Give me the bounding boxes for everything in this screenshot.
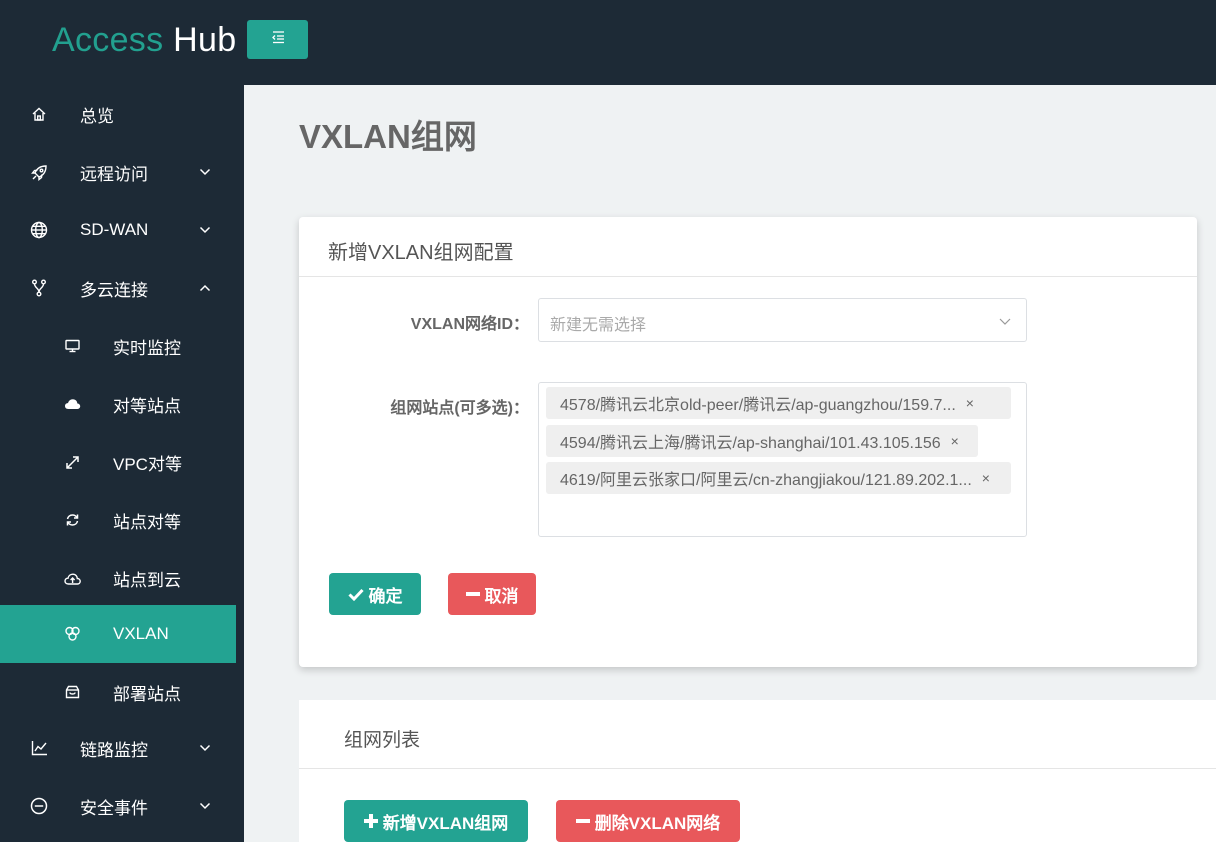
vxlan-id-label: VXLAN网络ID：: [410, 316, 529, 333]
sidebar-item-realtime-monitor[interactable]: 实时监控: [0, 317, 236, 375]
tag-remove-icon[interactable]: ×: [951, 433, 959, 449]
sidebar-item-label: 站点到云: [113, 570, 181, 590]
sidebar-item-site-to-cloud[interactable]: 站点到云: [0, 549, 236, 607]
sidebar-item-label: 链路监控: [80, 740, 148, 760]
list-title: 组网列表: [344, 730, 421, 751]
sidebar-item-link-monitor[interactable]: 链路监控: [0, 719, 244, 777]
card-header: 新增VXLAN组网配置: [299, 217, 1197, 277]
minus-icon: [575, 819, 590, 823]
tag-label: 4619/阿里云张家口/阿里云/cn-zhangjiakou/121.89.20…: [560, 472, 972, 489]
page-title: VXLAN组网: [299, 118, 477, 155]
chevron-down-icon: [198, 223, 212, 237]
sidebar-item-overview[interactable]: 总览: [0, 85, 244, 143]
sync-icon: [63, 511, 81, 529]
add-vxlan-button[interactable]: 新增VXLAN组网: [344, 800, 528, 842]
minus-circle-icon: [30, 797, 48, 815]
menu-fold-icon: [270, 30, 286, 49]
cloud-icon: [63, 395, 81, 413]
sidebar-item-sdwan[interactable]: SD-WAN: [0, 201, 244, 259]
app-logo[interactable]: Access Hub: [52, 18, 236, 62]
delete-vxlan-label: 删除VXLAN网络: [594, 813, 721, 833]
chevron-down-icon: [998, 314, 1012, 328]
sidebar-item-label: VXLAN: [113, 624, 169, 643]
sidebar-item-label: 安全事件: [80, 798, 148, 818]
logo-text-hub: Hub: [173, 21, 237, 59]
chevron-down-icon: [198, 741, 212, 755]
box-icon: [63, 683, 81, 701]
chevron-down-icon: [198, 799, 212, 813]
sidebar-item-deploy-site[interactable]: 部署站点: [0, 663, 236, 721]
sites-multiselect[interactable]: 4578/腾讯云北京old-peer/腾讯云/ap-guangzhou/159.…: [538, 382, 1027, 537]
check-icon: [347, 588, 364, 601]
logo-text-access: Access: [52, 21, 164, 59]
list-header: 组网列表: [299, 700, 1216, 769]
selected-site-tag: 4594/腾讯云上海/腾讯云/ap-shanghai/101.43.105.15…: [546, 425, 978, 457]
sidebar-item-vpc-peer[interactable]: VPC对等: [0, 433, 236, 491]
vxlan-config-card: 新增VXLAN组网配置 VXLAN网络ID： 新建无需选择 组网站点(可多选)：…: [299, 217, 1197, 667]
chevron-down-icon: [198, 165, 212, 179]
confirm-button[interactable]: 确定: [329, 573, 421, 615]
sidebar-item-security-events[interactable]: 安全事件: [0, 777, 244, 835]
branch-icon: [30, 279, 48, 297]
menu-toggle-button[interactable]: [247, 20, 308, 59]
sidebar-item-label: VPC对等: [113, 454, 182, 474]
vxlan-id-select[interactable]: 新建无需选择: [538, 298, 1027, 342]
tag-label: 4578/腾讯云北京old-peer/腾讯云/ap-guangzhou/159.…: [560, 397, 956, 414]
sidebar-item-vxlan[interactable]: VXLAN: [0, 605, 236, 663]
sidebar-item-remote-access[interactable]: 远程访问: [0, 143, 244, 201]
selected-site-tag: 4619/阿里云张家口/阿里云/cn-zhangjiakou/121.89.20…: [546, 462, 1011, 494]
sidebar-item-label: SD-WAN: [80, 220, 149, 239]
tag-remove-icon[interactable]: ×: [982, 470, 990, 486]
sidebar: 总览 远程访问 SD-WAN 多云连接 实时监控 对等站点 VPC对等 站点对等…: [0, 85, 244, 842]
sidebar-item-label: 部署站点: [113, 684, 181, 704]
card-title: 新增VXLAN组网配置: [328, 242, 514, 264]
sidebar-item-label: 多云连接: [80, 280, 148, 300]
vxlan-id-placeholder: 新建无需选择: [550, 317, 647, 334]
globe-icon: [30, 221, 48, 239]
cancel-label: 取消: [484, 586, 519, 606]
sidebar-item-label: 远程访问: [80, 164, 148, 184]
cloud-upload-icon: [63, 569, 81, 587]
minus-icon: [465, 592, 480, 596]
plus-icon: [363, 814, 378, 828]
cancel-button[interactable]: 取消: [448, 573, 536, 615]
sidebar-item-label: 站点对等: [113, 512, 181, 532]
sites-label: 组网站点(可多选)：: [390, 400, 529, 417]
sidebar-item-multicloud[interactable]: 多云连接: [0, 259, 244, 317]
home-icon: [30, 105, 48, 123]
chevron-up-icon: [198, 281, 212, 295]
selected-site-tag: 4578/腾讯云北京old-peer/腾讯云/ap-guangzhou/159.…: [546, 387, 1011, 419]
sidebar-item-label: 对等站点: [113, 396, 181, 416]
sidebar-item-site-peer[interactable]: 站点对等: [0, 491, 236, 549]
delete-vxlan-button[interactable]: 删除VXLAN网络: [556, 800, 740, 842]
sidebar-item-peer-sites[interactable]: 对等站点: [0, 375, 236, 433]
add-vxlan-label: 新增VXLAN组网: [382, 813, 509, 833]
confirm-label: 确定: [368, 586, 403, 606]
monitor-icon: [63, 337, 81, 355]
vxlan-list-panel: 组网列表 新增VXLAN组网 删除VXLAN网络: [299, 700, 1216, 842]
expand-icon: [63, 453, 81, 471]
tag-remove-icon[interactable]: ×: [966, 395, 974, 411]
rings-icon: [63, 625, 81, 643]
top-bar: Access Hub: [0, 0, 1216, 85]
sidebar-item-label: 实时监控: [113, 338, 181, 358]
rocket-icon: [30, 163, 48, 181]
chart-line-icon: [30, 739, 48, 757]
tag-label: 4594/腾讯云上海/腾讯云/ap-shanghai/101.43.105.15…: [560, 435, 941, 452]
sidebar-item-label: 总览: [80, 106, 114, 126]
